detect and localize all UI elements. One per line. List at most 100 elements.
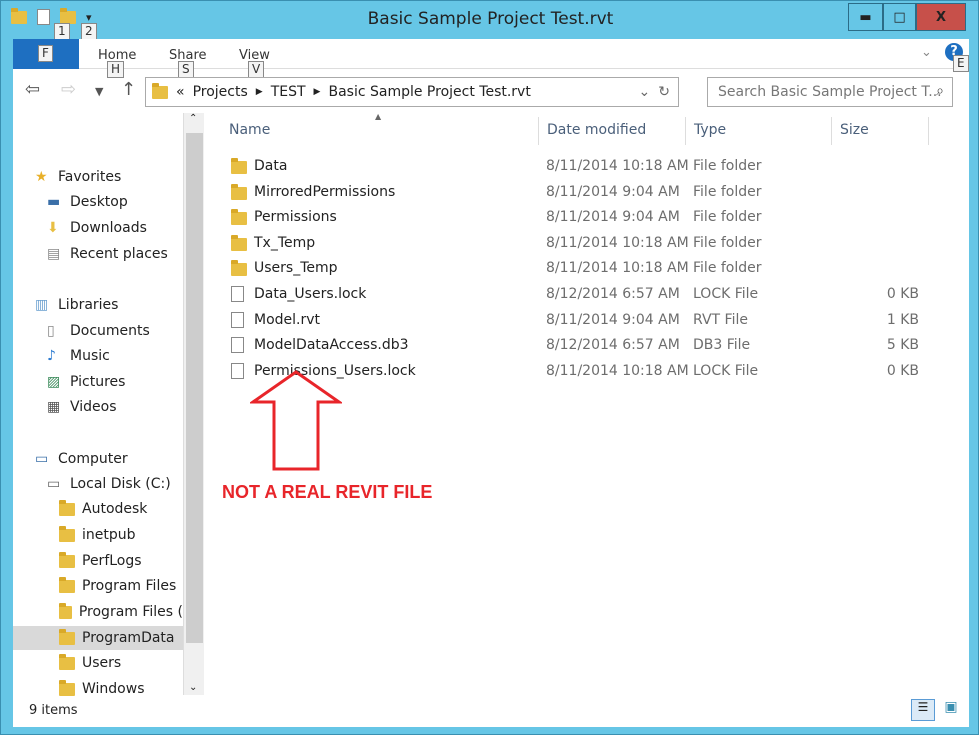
folder-icon: [59, 576, 75, 593]
sidebar-item-label: Music: [70, 348, 110, 364]
up-button[interactable]: ↑: [121, 79, 136, 100]
sidebar-item-label: Pictures: [70, 374, 126, 390]
keytip-share: S: [178, 61, 194, 78]
sidebar-item-label: Autodesk: [82, 501, 148, 517]
window-frame: ▾ 1 2 Basic Sample Project Test.rvt ▬ □ …: [0, 0, 979, 735]
file-name: Users_Temp: [254, 260, 338, 277]
sidebar-item[interactable]: ▥ Libraries: [13, 293, 183, 317]
sidebar-item[interactable]: ▦ Videos: [13, 395, 183, 419]
expand-ribbon-icon[interactable]: ⌄: [921, 45, 932, 60]
address-overflow[interactable]: «: [176, 84, 185, 100]
sidebar-item[interactable]: ▯ Documents: [13, 319, 183, 343]
sidebar-item-label: Downloads: [70, 220, 147, 236]
file-date: 8/11/2014 10:18 AM: [546, 234, 689, 251]
sidebar-item[interactable]: ▭ Computer: [13, 447, 183, 471]
sidebar-item[interactable]: ★ Favorites: [13, 165, 183, 189]
sidebar-item[interactable]: ProgramData: [13, 626, 183, 650]
file-type: File folder: [693, 158, 762, 174]
folder-icon: [152, 82, 168, 99]
folder-icon: [59, 628, 75, 645]
sidebar-item-label: Program Files: [82, 578, 177, 594]
file-row[interactable]: Users_Temp 8/11/2014 10:18 AM File folder: [227, 256, 937, 281]
explorer-window: F Home Share View H S V ⌄ ? E ⇦ ⇨ ▼ ↑ « …: [13, 39, 969, 727]
file-type: RVT File: [693, 311, 748, 328]
address-dropdown-icon[interactable]: ⌄: [639, 84, 651, 100]
file-icon: [231, 311, 244, 328]
file-row[interactable]: Permissions 8/11/2014 9:04 AM File folder: [227, 205, 937, 230]
file-type: File folder: [693, 209, 762, 226]
file-type: LOCK File: [693, 286, 759, 302]
scrollbar-thumb[interactable]: [186, 133, 203, 643]
details-view-button[interactable]: ☰: [911, 699, 935, 721]
file-row[interactable]: MirroredPermissions 8/11/2014 9:04 AM File…: [227, 180, 937, 205]
file-row[interactable]: Data 8/11/2014 10:18 AM File folder: [227, 154, 937, 179]
sidebar-item[interactable]: PerfLogs: [13, 549, 183, 573]
navigation-scrollbar[interactable]: ⌃ ⌄: [183, 113, 204, 695]
column-header-size[interactable]: Size: [832, 117, 929, 145]
sidebar-item[interactable]: ♪ Music: [13, 344, 183, 368]
close-button[interactable]: X: [916, 3, 966, 31]
file-type: File folder: [693, 183, 762, 200]
annotation-arrow: [250, 370, 342, 471]
sidebar-item[interactable]: ⬇ Downloads: [13, 216, 183, 240]
sidebar-item[interactable]: Autodesk: [13, 497, 183, 521]
sidebar-item-label: Program Files (: [78, 604, 183, 620]
file-date: 8/11/2014 10:18 AM: [546, 362, 689, 379]
sidebar-item[interactable]: Program Files: [13, 574, 183, 598]
forward-button[interactable]: ⇨: [61, 79, 76, 100]
desktop-icon: ▬: [47, 194, 61, 210]
column-header-date[interactable]: Date modified: [539, 117, 686, 145]
keytip-help: E: [953, 55, 969, 72]
search-icon: ⌕: [936, 83, 944, 99]
sidebar-item-label: Windows: [82, 681, 145, 697]
scroll-down-icon[interactable]: ⌄: [189, 682, 197, 693]
minimize-button[interactable]: ▬: [848, 3, 883, 31]
folder-icon: [231, 158, 247, 174]
file-icon: [231, 337, 244, 354]
file-type: LOCK File: [693, 362, 759, 379]
breadcrumb-test[interactable]: TEST: [271, 84, 306, 100]
sidebar-item-label: Computer: [58, 451, 128, 467]
search-input[interactable]: Search Basic Sample Project T... ⌕: [707, 77, 953, 107]
file-row[interactable]: Data_Users.lock 8/12/2014 6:57 AM LOCK Fil…: [227, 282, 937, 307]
file-icon: [231, 362, 244, 379]
file-type: DB3 File: [693, 337, 751, 354]
column-header-name[interactable]: Name: [221, 117, 539, 145]
videos-icon: ▦: [47, 399, 61, 415]
sidebar-item-label: Desktop: [70, 194, 128, 210]
folder-icon: [59, 653, 75, 670]
tab-file[interactable]: F: [13, 39, 79, 69]
breadcrumb-current[interactable]: Basic Sample Project Test.rvt: [328, 84, 530, 100]
file-name: Permissions: [254, 209, 337, 226]
sidebar-item[interactable]: ▭ Local Disk (C:): [13, 472, 183, 496]
scroll-up-icon[interactable]: ⌃: [189, 113, 197, 124]
file-date: 8/11/2014 10:18 AM: [546, 158, 689, 174]
computer-icon: ▭: [35, 451, 49, 467]
drive-icon: ▭: [47, 476, 61, 492]
file-row[interactable]: Model.rvt 8/11/2014 9:04 AM RVT File 1 KB: [227, 308, 937, 333]
back-button[interactable]: ⇦: [25, 79, 40, 100]
file-row[interactable]: Tx_Temp 8/11/2014 10:18 AM File folder: [227, 231, 937, 256]
file-date: 8/11/2014 9:04 AM: [546, 183, 680, 200]
keytip-file: F: [38, 45, 53, 62]
sidebar-item[interactable]: inetpub: [13, 523, 183, 547]
large-icons-view-button[interactable]: ▣: [939, 699, 963, 721]
address-bar[interactable]: « Projects ▶ TEST ▶ Basic Sample Project T…: [145, 77, 679, 107]
sidebar-item[interactable]: Windows: [13, 677, 183, 701]
file-name: MirroredPermissions: [254, 183, 396, 200]
refresh-icon[interactable]: ↻: [658, 84, 670, 100]
sidebar-item[interactable]: Users: [13, 651, 183, 675]
annotation-text: NOT A REAL REVIT FILE: [222, 482, 433, 502]
column-header-type[interactable]: Type: [686, 117, 832, 145]
file-name: ModelDataAccess.db3: [254, 337, 409, 354]
file-type: File folder: [693, 234, 762, 251]
breadcrumb-projects[interactable]: Projects: [193, 84, 248, 100]
file-size: 1 KB: [886, 311, 919, 328]
file-row[interactable]: ModelDataAccess.db3 8/12/2014 6:57 AM DB3 …: [227, 333, 937, 358]
sidebar-item[interactable]: ▬ Desktop: [13, 190, 183, 214]
sidebar-item[interactable]: ▨ Pictures: [13, 370, 183, 394]
recent-locations-icon[interactable]: ▼: [95, 85, 103, 98]
sidebar-item[interactable]: ▤ Recent places: [13, 242, 183, 266]
sidebar-item[interactable]: Program Files (: [13, 600, 183, 624]
maximize-button[interactable]: □: [883, 3, 916, 31]
